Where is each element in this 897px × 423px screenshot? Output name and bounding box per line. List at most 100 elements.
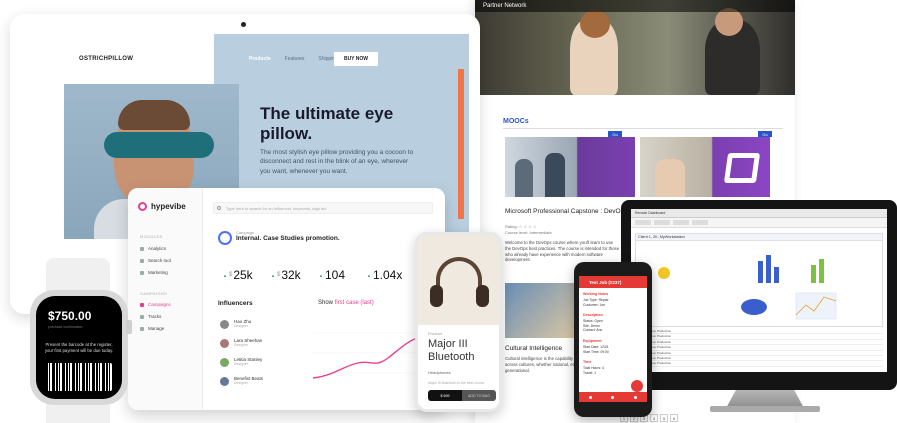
window-title: Remote Dashboard (631, 209, 887, 218)
stat-card: ▲ $25k (223, 258, 267, 292)
table-row[interactable]: Job_7 Backup Production (635, 361, 883, 367)
course-person (515, 159, 533, 197)
avatar (220, 377, 229, 386)
role: Designer (234, 343, 249, 348)
page-button[interactable]: 6 (670, 414, 678, 422)
page-button[interactable]: 5 (660, 414, 668, 422)
manage-icon (140, 326, 144, 331)
show-filter[interactable]: Show first case (last) (318, 300, 374, 306)
influencer-row[interactable]: Hao Zhu Designer (220, 319, 305, 329)
sidebar-item-analytics[interactable]: Analytics (140, 246, 196, 251)
campaign-title: Internal. Case Studies promotion. (236, 235, 340, 242)
area-chart-bg (795, 292, 837, 320)
section-label: Time (583, 360, 592, 364)
add-to-bag-button[interactable]: ADD TO BAG (462, 390, 496, 401)
bar (766, 255, 771, 283)
influencer-name: Letitia Stanley Designer (234, 357, 262, 367)
bar (774, 267, 779, 283)
nav-icon[interactable] (611, 395, 615, 399)
text-line: Customer: Joe (583, 302, 606, 307)
course-meta: Rating: ☆ ☆ ☆ ☆ Course level: Intermedia… (505, 224, 552, 236)
product-title: Major III Bluetooth (428, 338, 474, 363)
toolbar-button[interactable] (692, 220, 708, 225)
section-text: Job Type: Repair Customer: Joe (583, 298, 609, 307)
description: The most stylish eye pillow providing yo… (260, 149, 414, 175)
toolbar-button[interactable] (654, 220, 670, 225)
nav-icon[interactable] (588, 395, 592, 399)
stat-value: 32k (281, 268, 301, 282)
section-label: Description (583, 313, 603, 317)
show-label: Show (318, 300, 334, 306)
buy-now-button[interactable]: BUY NOW (334, 52, 378, 66)
headphones-cup (430, 285, 443, 307)
stat-card: ▲ 1.04x (367, 258, 411, 292)
stat-card: ▲ 104 (319, 258, 363, 292)
role: Designer (234, 381, 249, 386)
trend-icon: ▲ (271, 272, 275, 278)
page-button[interactable]: 4 (650, 414, 658, 422)
course-card-vs[interactable] (640, 137, 770, 197)
influencer-name: Hao Zhu Designer (234, 319, 251, 329)
nav-link-products[interactable]: Products (249, 56, 271, 62)
sidebar-item-marketing[interactable]: Marketing (140, 270, 196, 275)
influencer-row[interactable]: Benefist Beats Designer (220, 376, 305, 386)
section-label: Equipment (583, 339, 602, 343)
influencer-name: Lara Sheehan Designer (234, 338, 262, 348)
course-card-devops[interactable] (505, 137, 635, 197)
sidebar-item-label: Search tool (148, 258, 171, 263)
influencer-row[interactable]: Letitia Stanley Designer (220, 357, 305, 367)
job-phone: Test Job (#237) Working Notes Job Type: … (574, 262, 652, 417)
search-input[interactable]: Type here to search for an influencer, k… (213, 202, 433, 214)
trend-icon: ▲ (367, 272, 371, 278)
influencer-name: Benefist Beats Designer (234, 376, 263, 386)
sidebar-item-label: Marketing (148, 270, 168, 275)
course-person (545, 153, 565, 197)
avatar (220, 320, 229, 329)
nav-link-features[interactable]: Features (285, 56, 305, 62)
sidebar-item-tracks[interactable]: Tracks (140, 314, 196, 319)
trend-icon: ▲ (319, 272, 323, 278)
sidebar-item-campaigns[interactable]: Campaigns (140, 302, 196, 307)
accent-bar (458, 69, 464, 219)
sidebar-item-search[interactable]: Search tool (140, 258, 196, 263)
logo-icon (138, 202, 147, 211)
panel-title: Client 1, 2K, MyWorkstation (636, 234, 882, 241)
product-image (418, 235, 499, 325)
add-button[interactable] (631, 380, 643, 392)
brand-logo[interactable]: OSTRICHPILLOW (79, 56, 133, 62)
status-icon (658, 267, 670, 279)
section-text: Status: Open Site: Demo Contact: Ann (583, 319, 603, 333)
toolbar (631, 218, 887, 228)
product-category[interactable]: Headphones (428, 370, 451, 375)
campaign-icon (218, 231, 232, 245)
app-bar: Test Job (#237) (579, 276, 647, 288)
eye-pillow (104, 132, 214, 158)
toolbar-button[interactable] (635, 220, 651, 225)
trend-icon: ▲ (223, 272, 227, 278)
barcode (46, 363, 112, 391)
sidebar-item-manage[interactable]: Manage (140, 326, 196, 331)
stat-value: 104 (324, 268, 345, 282)
text-line: Job Type: Repair (583, 298, 609, 302)
search-icon (217, 206, 221, 210)
influencer-row[interactable]: Lara Sheehan Designer (220, 338, 305, 348)
nav-icon[interactable] (634, 395, 638, 399)
divider (503, 128, 783, 129)
avatar (220, 339, 229, 348)
text-line: Travel: 1 (583, 370, 597, 375)
search-icon (140, 258, 144, 263)
course-title-2[interactable]: Cultural Intelligence (505, 345, 562, 352)
show-value: first case (last) (334, 300, 374, 306)
purchase-buttons: $ 699 ADD TO BAG (428, 390, 496, 401)
payment-amount: $750.00 (48, 309, 92, 323)
toolbar-button[interactable] (673, 220, 689, 225)
app-logo[interactable]: hypevibe (138, 202, 186, 211)
bottom-nav (579, 392, 647, 402)
price-button[interactable]: $ 699 (428, 390, 462, 401)
watch-crown[interactable] (126, 320, 132, 334)
megaphone-icon (140, 270, 144, 275)
sidebar-item-label: Manage (148, 326, 165, 331)
headphones-cup (476, 285, 489, 307)
section-text: Start Date: 12/01 Start Time: 09:00 (583, 345, 609, 354)
logo-text: hypevibe (151, 202, 186, 211)
